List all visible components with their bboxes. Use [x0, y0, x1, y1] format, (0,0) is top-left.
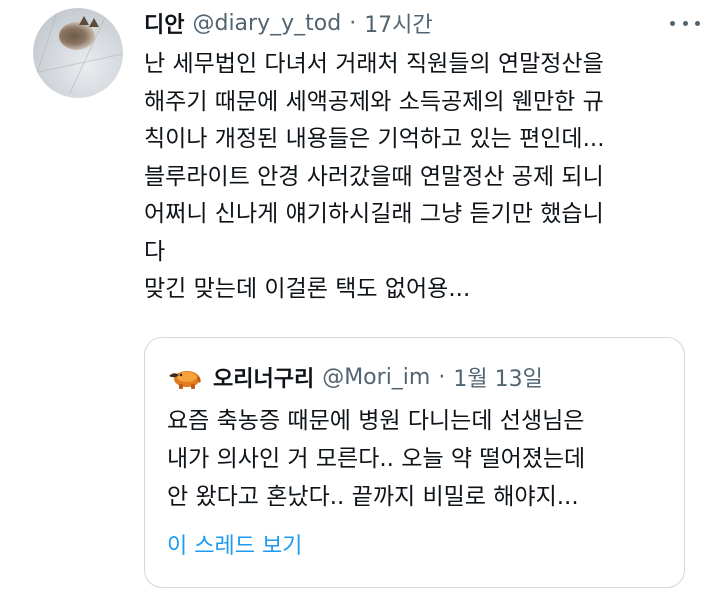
- tweet-text: 난 세무법인 다녀서 거래처 직원들의 연말정산을 해주기 때문에 세액공제와 …: [144, 46, 704, 309]
- tweet-text-line: 맞긴 맞는데 이걸론 택도 없어용...: [144, 276, 471, 302]
- show-thread-link[interactable]: 이 스레드 보기: [167, 528, 302, 560]
- header-separator: ·: [349, 10, 357, 36]
- tweet-text-line: 다: [144, 238, 166, 265]
- quoted-header-separator: ·: [438, 364, 446, 390]
- tweet-text-line: 블루라이트 안경 사러갔을때 연말정산 공제 되니: [144, 163, 604, 190]
- tweet-text-line: 난 세무법인 다녀서 거래처 직원들의 연말정산을: [144, 51, 604, 77]
- quoted-author-name[interactable]: 오리너구리: [213, 361, 314, 393]
- quoted-tweet-text: 요즘 축농증 때문에 병원 다니는데 선생님은 내가 의사인 거 모른다.. 오…: [167, 402, 667, 516]
- author-handle[interactable]: @diary_y_tod: [192, 11, 341, 36]
- author-avatar[interactable]: [33, 8, 123, 98]
- quoted-tweet[interactable]: 오리너구리 @Mori_im · 1월 13일 요즘 축농증 때문에 병원 다니…: [144, 337, 685, 588]
- tweet-text-line: 해주기 때문에 세액공제와 소득공제의 웬만한 규: [144, 88, 604, 115]
- tweet-header: 디안 @diary_y_tod · 17시간: [144, 6, 700, 40]
- more-dots-icon[interactable]: [670, 10, 700, 36]
- quoted-tweet-header: 오리너구리 @Mori_im · 1월 13일: [167, 362, 543, 392]
- quoted-text-line: 요즘 축농증 때문에 병원 다니는데 선생님은: [167, 408, 585, 434]
- quoted-author-handle[interactable]: @Mori_im: [322, 365, 430, 390]
- platypus-avatar-icon: [169, 371, 201, 389]
- tweet: 디안 @diary_y_tod · 17시간 난 세무법인 다녀서 거래처 직원…: [0, 0, 720, 610]
- tweet-timestamp[interactable]: 17시간: [364, 7, 432, 39]
- quoted-text-line: 내가 의사인 거 모른다.. 오늘 약 떨어졌는데: [167, 446, 586, 472]
- author-name[interactable]: 디안: [144, 7, 184, 39]
- tweet-text-line: 어쩌니 신나게 얘기하시길래 그냥 듣기만 했습니: [144, 201, 604, 227]
- tweet-text-line: 칙이나 개정된 내용들은 기억하고 있는 편인데...: [144, 126, 605, 152]
- quoted-text-line: 안 왔다고 혼났다.. 끝까지 비밀로 해야지...: [167, 484, 579, 510]
- quoted-tweet-date[interactable]: 1월 13일: [453, 361, 542, 393]
